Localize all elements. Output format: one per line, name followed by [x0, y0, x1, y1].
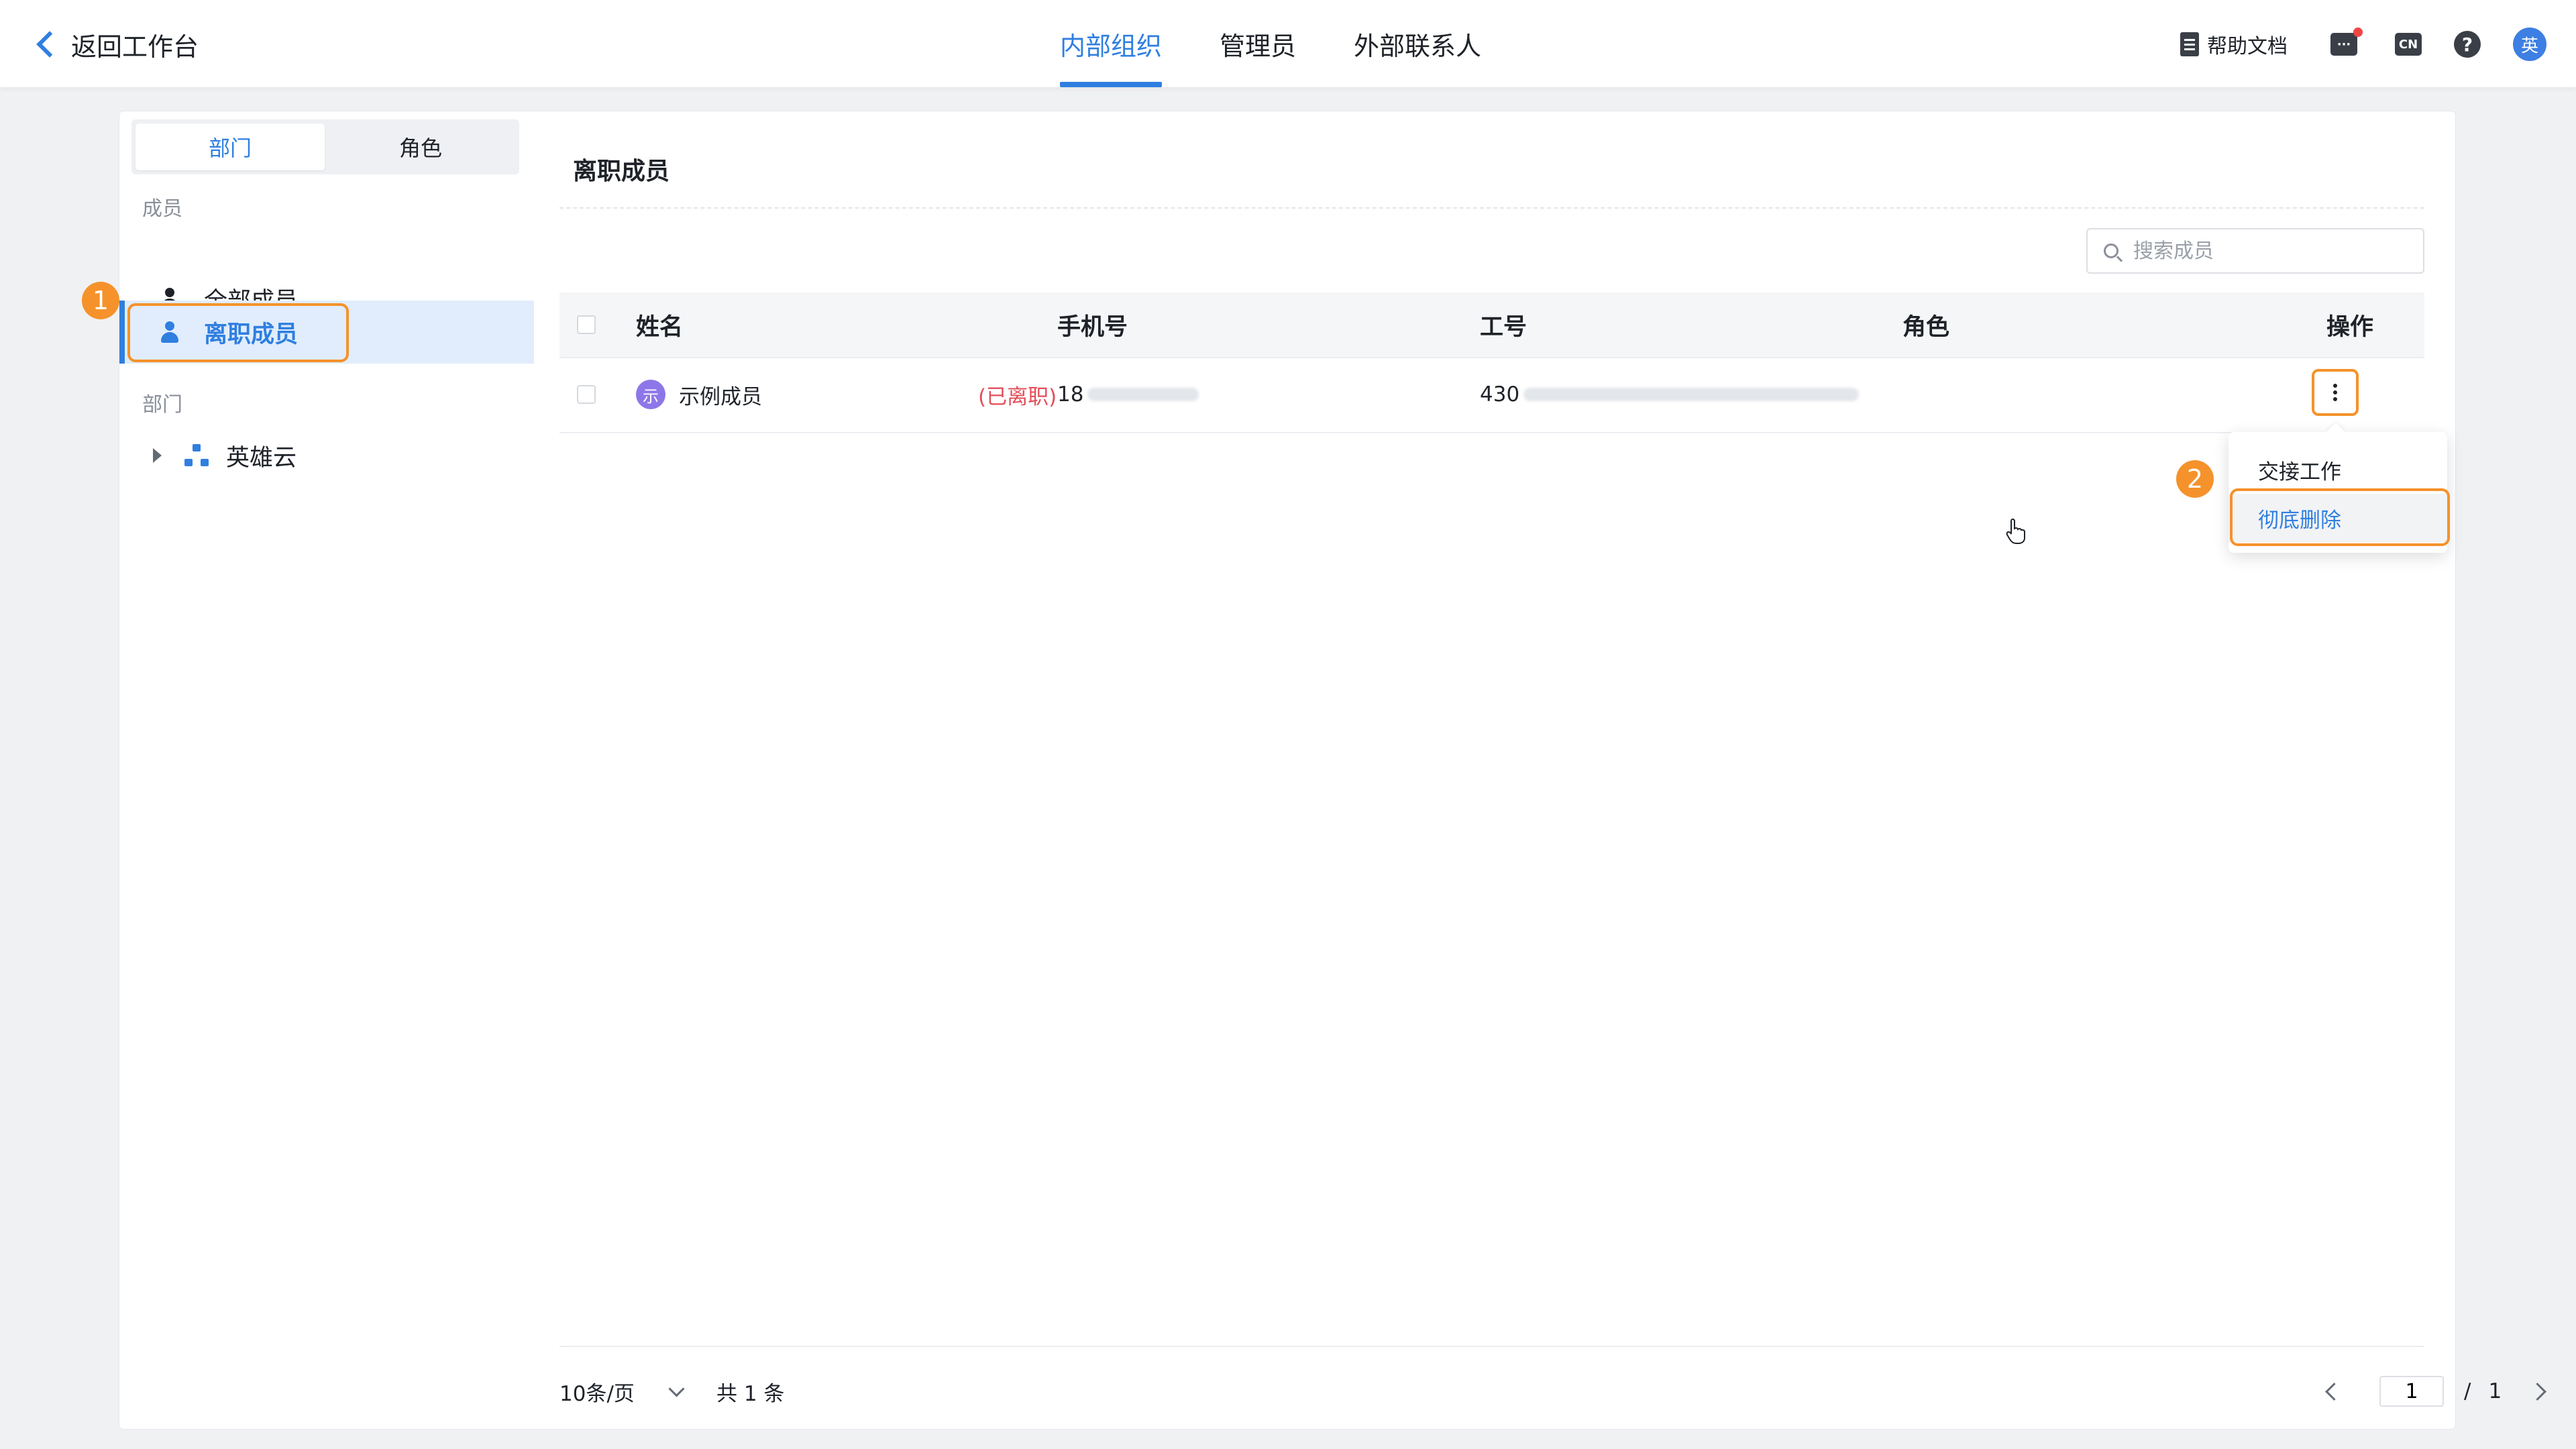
page-number-input[interactable]	[2379, 1376, 2444, 1407]
prev-page-icon[interactable]	[2325, 1382, 2343, 1401]
search-input[interactable]	[2132, 238, 2416, 264]
segment-department[interactable]: 部门	[136, 123, 325, 170]
blurred-employee-id	[1523, 388, 1860, 401]
expand-caret-icon[interactable]	[153, 448, 162, 463]
help-button[interactable]: ?	[2454, 24, 2481, 64]
members-section-label: 成员	[142, 197, 182, 221]
main-panel: 离职成员 姓名 手机号 工号 角色 操作 示 示例成员 (已离职) 18	[559, 111, 2547, 1429]
table-header: 姓名 手机号 工号 角色 操作	[559, 292, 2424, 358]
department-section-label: 部门	[142, 393, 182, 417]
back-to-workbench-button[interactable]: 返回工作台	[34, 25, 199, 63]
search-box[interactable]	[2086, 228, 2424, 274]
search-icon	[2104, 244, 2118, 258]
callout-highlight-2	[2230, 488, 2450, 546]
tab-admins[interactable]: 管理员	[1220, 0, 1296, 87]
callout-badge-2: 2	[2176, 460, 2214, 498]
back-label: 返回工作台	[71, 32, 199, 62]
column-header-role: 角色	[1902, 313, 1950, 341]
column-header-phone: 手机号	[1057, 313, 1128, 341]
pagination: / 1	[2325, 1371, 2547, 1411]
employee-id-prefix: 430	[1480, 382, 1520, 407]
avatar: 示	[636, 380, 665, 409]
callout-badge-1: 1	[82, 282, 119, 319]
page-separator: /	[2464, 1379, 2471, 1403]
column-header-employee-id: 工号	[1480, 313, 1527, 341]
page-size-select[interactable]: 10条/页	[559, 1371, 685, 1411]
tab-external-contacts[interactable]: 外部联系人	[1354, 0, 1481, 87]
total-count: 共 1 条	[716, 1381, 785, 1406]
chevron-down-icon	[668, 1380, 685, 1397]
notification-dot	[2353, 28, 2363, 37]
tree-item-root[interactable]: 英雄云	[153, 432, 297, 479]
sidebar: 部门 角色 成员 全部成员 离职成员 部门 英雄云	[119, 111, 534, 1429]
blurred-phone	[1087, 388, 1199, 401]
help-doc-link[interactable]: 帮助文档	[2180, 24, 2288, 64]
language-button[interactable]: CN	[2395, 24, 2422, 64]
hand-cursor-icon	[2006, 518, 2025, 544]
divider	[559, 207, 2424, 209]
message-icon: ···	[2330, 28, 2363, 56]
language-icon: CN	[2395, 33, 2422, 56]
member-name-cell: 示 示例成员	[636, 357, 762, 432]
resigned-status: (已离职)	[978, 384, 1057, 409]
menu-item-handover[interactable]: 交接工作	[2229, 445, 2447, 494]
select-all-checkbox[interactable]	[577, 315, 596, 334]
member-name: 示例成员	[679, 384, 762, 409]
org-chart-icon	[184, 444, 209, 467]
tree-item-label: 英雄云	[226, 444, 297, 472]
footer-divider	[559, 1346, 2424, 1347]
employee-id-cell: 430	[1480, 357, 1860, 432]
row-more-actions-button[interactable]	[2312, 369, 2359, 416]
document-icon	[2180, 32, 2199, 56]
table-row: 示 示例成员 (已离职) 18 430	[559, 357, 2424, 433]
top-bar: 返回工作台 内部组织 管理员 外部联系人 帮助文档 ··· CN ? 英	[0, 0, 2576, 87]
main-tabs: 内部组织 管理员 外部联系人	[1060, 0, 1539, 87]
phone-cell: 18	[1057, 357, 1199, 432]
page-title: 离职成员	[573, 158, 670, 185]
avatar: 英	[2513, 28, 2546, 61]
callout-highlight-1	[127, 303, 349, 362]
column-header-actions: 操作	[2326, 313, 2374, 341]
column-header-name: 姓名	[636, 313, 684, 341]
user-avatar-button[interactable]: 英	[2513, 24, 2546, 64]
tab-internal-org[interactable]: 内部组织	[1060, 0, 1163, 87]
next-page-icon[interactable]	[2528, 1382, 2547, 1401]
segment-control: 部门 角色	[131, 119, 519, 174]
help-doc-label: 帮助文档	[2207, 35, 2288, 58]
row-checkbox[interactable]	[577, 385, 596, 404]
page-size-label: 10条/页	[559, 1381, 635, 1406]
total-pages: 1	[2488, 1379, 2502, 1403]
segment-role[interactable]: 角色	[326, 123, 515, 170]
phone-prefix: 18	[1057, 382, 1084, 407]
content-card: 部门 角色 成员 全部成员 离职成员 部门 英雄云 离职成员	[119, 111, 2547, 1429]
chevron-left-icon	[36, 31, 63, 58]
help-icon: ?	[2454, 31, 2481, 58]
messages-button[interactable]: ···	[2330, 24, 2363, 64]
